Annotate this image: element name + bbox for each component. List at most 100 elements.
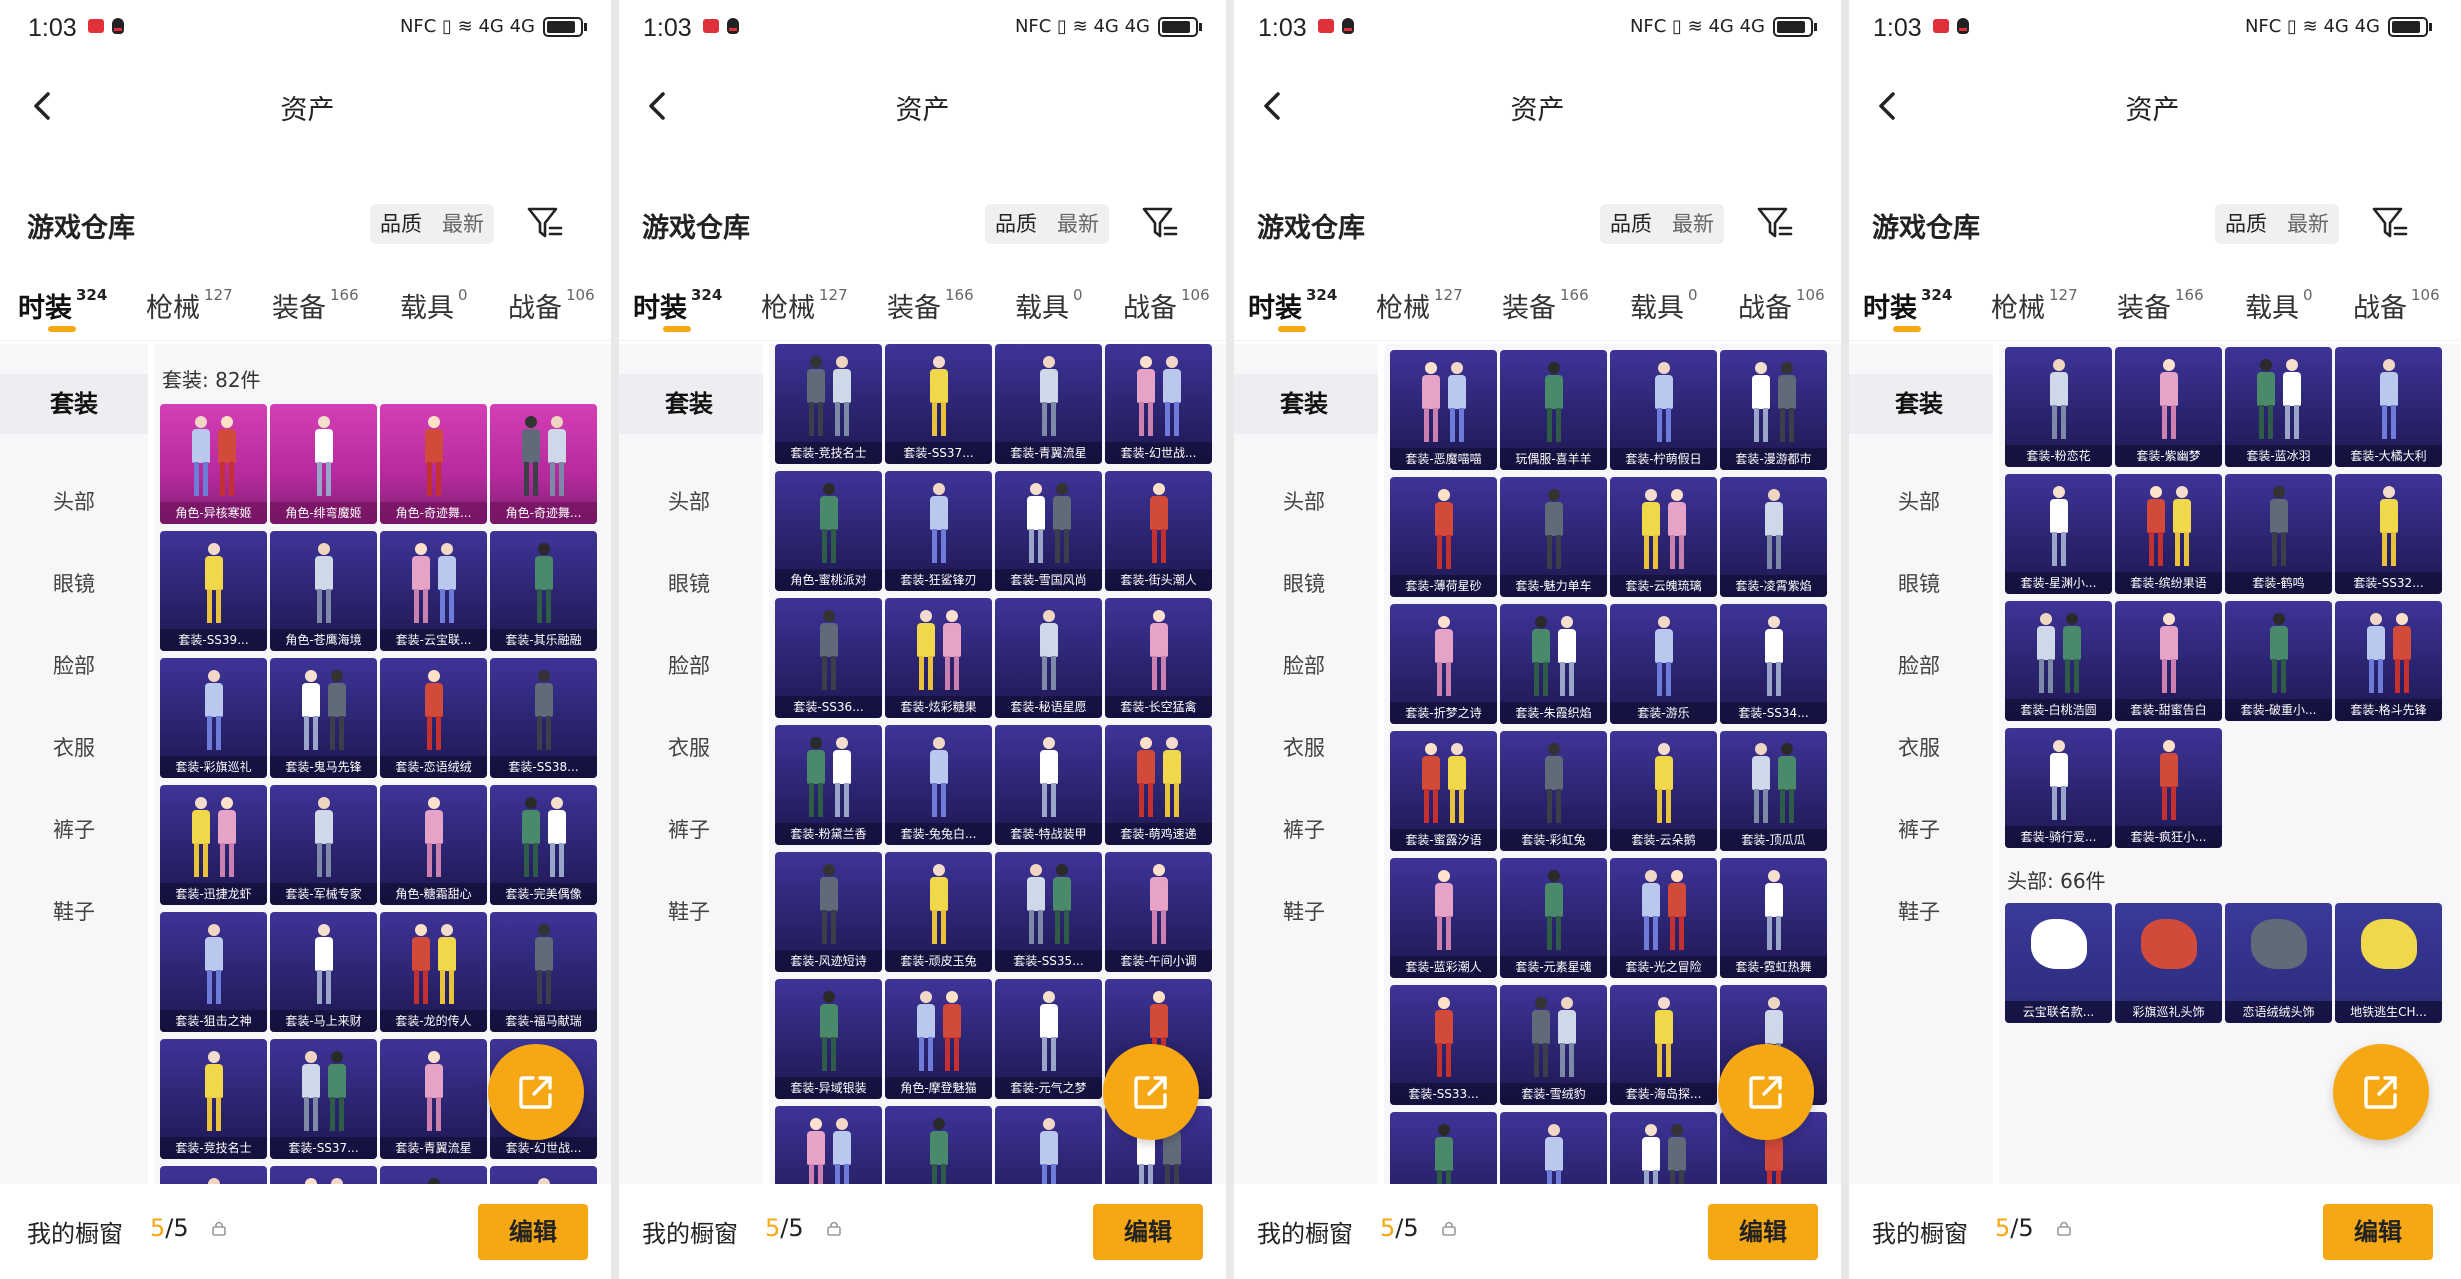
outfit-tile[interactable]: 套装-顶瓜瓜 xyxy=(1720,731,1827,851)
outfit-tile[interactable]: 套装-SS37... xyxy=(270,1039,377,1159)
outfit-tile[interactable] xyxy=(775,1106,882,1184)
filter-button[interactable] xyxy=(2371,204,2409,242)
outfit-tile[interactable]: 套装-街头潮人 xyxy=(1105,471,1212,591)
head-item-tile[interactable]: 恋语绒绒头饰 xyxy=(2225,903,2332,1023)
outfit-tile[interactable]: 角色-异核寒姬 xyxy=(160,404,267,524)
sort-quality-option[interactable]: 品质 xyxy=(985,204,1047,244)
sidebar-item[interactable]: 裤子 xyxy=(1230,800,1378,860)
category-tab[interactable]: 装备 166 xyxy=(1502,286,1589,325)
share-fab-button[interactable] xyxy=(1718,1044,1814,1140)
outfit-tile[interactable]: 套装-鬼马先锋 xyxy=(270,658,377,778)
head-item-tile[interactable]: 地铁逃生CH... xyxy=(2335,903,2442,1023)
outfit-tile[interactable]: 套装-马上来财 xyxy=(270,912,377,1032)
sidebar-item[interactable]: 鞋子 xyxy=(0,882,148,942)
outfit-tile[interactable] xyxy=(1500,1112,1607,1184)
outfit-tile[interactable]: 套装-漫游都市 xyxy=(1720,350,1827,470)
sidebar-item[interactable]: 脸部 xyxy=(615,636,763,696)
outfit-tile[interactable]: 套装-SS37... xyxy=(885,344,992,464)
outfit-tile[interactable]: 套装-福马献瑞 xyxy=(490,912,597,1032)
category-tab[interactable]: 战备 106 xyxy=(1738,286,1825,325)
outfit-tile[interactable]: 套装-蜜露汐语 xyxy=(1390,731,1497,851)
edit-button[interactable]: 编辑 xyxy=(1093,1204,1203,1260)
category-tab[interactable]: 载具 0 xyxy=(2245,286,2313,325)
category-tab[interactable]: 装备 166 xyxy=(272,286,359,325)
sidebar-item[interactable]: 衣服 xyxy=(1230,718,1378,778)
outfit-tile[interactable]: 角色-蜜桃派对 xyxy=(775,471,882,591)
outfit-tile[interactable]: 套装-军械专家 xyxy=(270,785,377,905)
outfit-tile[interactable]: 角色-绯弯魔姬 xyxy=(270,404,377,524)
outfit-tile[interactable]: 角色-摩登魅猫 xyxy=(885,979,992,1099)
outfit-tile[interactable]: 套装-紫幽梦 xyxy=(2115,347,2222,467)
outfit-tile[interactable]: 套装-萌鸡速递 xyxy=(1105,725,1212,845)
sort-quality-option[interactable]: 品质 xyxy=(370,204,432,244)
outfit-tile[interactable]: 套装-恋语绒绒 xyxy=(380,658,487,778)
outfit-tile[interactable]: 套装-雪绒豹 xyxy=(1500,985,1607,1105)
category-tab[interactable]: 载具 0 xyxy=(1015,286,1083,325)
sort-newest-option[interactable]: 最新 xyxy=(1662,204,1724,244)
share-fab-button[interactable] xyxy=(488,1044,584,1140)
outfit-tile[interactable]: 套装-其乐融融 xyxy=(490,531,597,651)
outfit-tile[interactable]: 套装-缤纷果语 xyxy=(2115,474,2222,594)
category-tab[interactable]: 时装 324 xyxy=(18,286,107,325)
sidebar-item[interactable]: 衣服 xyxy=(615,718,763,778)
outfit-tile[interactable]: 套装-SS36... xyxy=(775,598,882,718)
outfit-tile[interactable]: 套装-秘语星愿 xyxy=(995,598,1102,718)
category-tab[interactable]: 载具 0 xyxy=(1630,286,1698,325)
outfit-tile[interactable]: 套装-格斗先锋 xyxy=(2335,601,2442,721)
outfit-tile[interactable]: 套装-狙击之神 xyxy=(160,912,267,1032)
sidebar-item[interactable]: 衣服 xyxy=(0,718,148,778)
share-fab-button[interactable] xyxy=(2333,1044,2429,1140)
outfit-tile[interactable]: 套装-长空猛禽 xyxy=(1105,598,1212,718)
outfit-tile[interactable] xyxy=(380,1166,487,1184)
outfit-tile[interactable]: 套装-朱霞织焰 xyxy=(1500,604,1607,724)
category-tab[interactable]: 装备 166 xyxy=(887,286,974,325)
outfit-tile[interactable]: 套装-SS39... xyxy=(160,531,267,651)
category-tab[interactable]: 枪械 127 xyxy=(146,286,233,325)
filter-button[interactable] xyxy=(526,204,564,242)
category-tab[interactable]: 时装 324 xyxy=(633,286,722,325)
outfit-tile[interactable]: 套装-元素星魂 xyxy=(1500,858,1607,978)
outfit-tile[interactable]: 套装-彩旗巡礼 xyxy=(160,658,267,778)
sidebar-item[interactable]: 鞋子 xyxy=(1230,882,1378,942)
head-item-tile[interactable]: 云宝联名款... xyxy=(2005,903,2112,1023)
outfit-tile[interactable]: 套装-破重小... xyxy=(2225,601,2332,721)
outfit-tile[interactable]: 套装-魅力单车 xyxy=(1500,477,1607,597)
outfit-tile[interactable] xyxy=(490,1166,597,1184)
outfit-tile[interactable]: 套装-SS38... xyxy=(490,658,597,778)
outfit-tile[interactable]: 套装-凌霄紫焰 xyxy=(1720,477,1827,597)
sidebar-item[interactable]: 裤子 xyxy=(615,800,763,860)
sort-quality-option[interactable]: 品质 xyxy=(2215,204,2277,244)
sidebar-item[interactable]: 眼镜 xyxy=(1845,554,1993,614)
outfit-tile[interactable]: 套装-彩虹兔 xyxy=(1500,731,1607,851)
outfit-tile[interactable]: 套装-竞技名士 xyxy=(775,344,882,464)
outfit-tile[interactable]: 角色-苍鹰海境 xyxy=(270,531,377,651)
outfit-tile[interactable]: 套装-恶魔喵喵 xyxy=(1390,350,1497,470)
outfit-tile[interactable]: 套装-大橘大利 xyxy=(2335,347,2442,467)
sidebar-item[interactable]: 裤子 xyxy=(0,800,148,860)
sidebar-item[interactable]: 头部 xyxy=(1845,472,1993,532)
sidebar-item[interactable]: 衣服 xyxy=(1845,718,1993,778)
sidebar-item[interactable]: 套装 xyxy=(0,374,148,434)
outfit-tile[interactable]: 套装-鹤鸣 xyxy=(2225,474,2332,594)
outfit-tile[interactable]: 套装-蓝冰羽 xyxy=(2225,347,2332,467)
sidebar-item[interactable]: 眼镜 xyxy=(0,554,148,614)
sidebar-item[interactable]: 鞋子 xyxy=(1845,882,1993,942)
sort-quality-option[interactable]: 品质 xyxy=(1600,204,1662,244)
outfit-tile[interactable]: 套装-云朵鹅 xyxy=(1610,731,1717,851)
outfit-tile[interactable] xyxy=(995,1106,1102,1184)
outfit-tile[interactable]: 套装-SS35... xyxy=(995,852,1102,972)
outfit-tile[interactable]: 套装-青翼流星 xyxy=(380,1039,487,1159)
category-tab[interactable]: 时装 324 xyxy=(1248,286,1337,325)
outfit-tile[interactable]: 套装-云魄琉璃 xyxy=(1610,477,1717,597)
outfit-tile[interactable]: 套装-柠萌假日 xyxy=(1610,350,1717,470)
outfit-tile[interactable]: 套装-雪国风尚 xyxy=(995,471,1102,591)
category-tab[interactable]: 时装 324 xyxy=(1863,286,1952,325)
sidebar-item[interactable]: 脸部 xyxy=(0,636,148,696)
outfit-tile[interactable]: 套装-元气之梦 xyxy=(995,979,1102,1099)
outfit-tile[interactable]: 套装-炫彩糖果 xyxy=(885,598,992,718)
outfit-tile[interactable]: 套装-云宝联... xyxy=(380,531,487,651)
outfit-tile[interactable] xyxy=(1390,1112,1497,1184)
outfit-tile[interactable]: 套装-特战装甲 xyxy=(995,725,1102,845)
outfit-tile[interactable]: 套装-星渊小... xyxy=(2005,474,2112,594)
sidebar-item[interactable]: 套装 xyxy=(1230,374,1378,434)
